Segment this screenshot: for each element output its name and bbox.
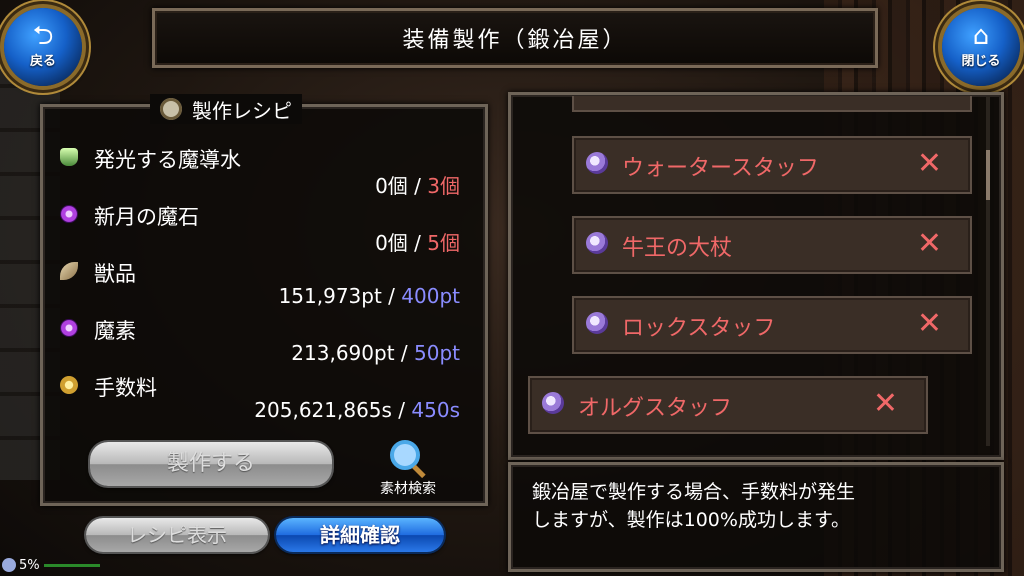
home-icon: ⌂ (972, 21, 990, 51)
info-text: 鍛冶屋で製作する場合、手数料が発生 しますが、製作は100%成功します。 (532, 478, 982, 534)
list-scrollbar[interactable] (986, 96, 990, 446)
list-item[interactable]: 牛王の大杖 ✕ (572, 216, 972, 274)
purple-orb-icon (60, 205, 78, 223)
list-item-selected[interactable]: オルグスタッフ ✕ (528, 376, 928, 434)
battery-percent: 5% (19, 557, 40, 573)
material-quantity: 205,621,865s / 450s (254, 398, 460, 422)
close-button[interactable]: ⌂ 閉じる (942, 8, 1020, 86)
list-item[interactable]: ウォータースタッフ ✕ (572, 136, 972, 194)
material-name: 手数料 (94, 376, 157, 400)
battery-icon (2, 558, 16, 572)
material-row: 手数料 205,621,865s / 450s (60, 372, 460, 428)
claw-icon (60, 262, 78, 280)
material-search-button[interactable]: 素材検索 (368, 438, 448, 498)
material-name: 発光する魔導水 (94, 148, 241, 172)
title-bar: 装備製作（鍛冶屋） (152, 8, 878, 68)
info-text-line: しますが、製作は100%成功します。 (532, 509, 851, 531)
material-quantity: 0個 / 5個 (375, 231, 460, 255)
material-name: 魔素 (94, 319, 136, 343)
scroll-icon (160, 98, 182, 120)
recipe-heading: 製作レシピ (150, 94, 302, 124)
material-row: 魔素 213,690pt / 50pt (60, 315, 460, 371)
battery-bar (43, 563, 100, 567)
unavailable-mark-icon: ✕ (916, 306, 942, 341)
potion-flask-icon (60, 148, 78, 166)
staff-icon (586, 312, 608, 334)
material-search-label: 素材検索 (380, 481, 436, 497)
material-quantity: 0個 / 3個 (375, 174, 460, 198)
recipe-heading-label: 製作レシピ (192, 98, 292, 123)
return-arrow-icon: ⮌ (32, 21, 54, 51)
unavailable-mark-icon: ✕ (916, 226, 942, 261)
info-text-line: 鍛冶屋で製作する場合、手数料が発生 (532, 481, 856, 503)
unavailable-mark-icon: ✕ (872, 386, 898, 421)
item-name: ウォータースタッフ (622, 156, 819, 181)
list-scrollbar-thumb[interactable] (986, 150, 990, 200)
material-name: 獣品 (94, 262, 136, 286)
detail-confirm-button[interactable]: 詳細確認 (276, 518, 444, 552)
coins-icon (60, 376, 78, 394)
list-item-partial (572, 96, 972, 112)
material-row: 獣品 151,973pt / 400pt (60, 258, 460, 314)
staff-icon (542, 392, 564, 414)
close-button-label: 閉じる (961, 54, 1001, 69)
item-name: ロックスタッフ (622, 316, 776, 341)
material-name: 新月の魔石 (94, 205, 199, 229)
item-name: 牛王の大杖 (622, 236, 733, 261)
material-quantity: 151,973pt / 400pt (278, 284, 460, 308)
staff-icon (586, 232, 608, 254)
back-button-label: 戻る (29, 54, 56, 69)
material-row: 発光する魔導水 0個 / 3個 (60, 144, 460, 200)
page-title: 装備製作（鍛冶屋） (402, 28, 628, 53)
purple-orb-icon (60, 319, 78, 337)
recipe-view-button[interactable]: レシピ表示 (86, 518, 268, 552)
material-row: 新月の魔石 0個 / 5個 (60, 201, 460, 257)
unavailable-mark-icon: ✕ (916, 146, 942, 181)
item-name: オルグスタッフ (578, 396, 733, 421)
back-button[interactable]: ⮌ 戻る (4, 8, 82, 86)
list-item[interactable]: ロックスタッフ ✕ (572, 296, 972, 354)
staff-icon (586, 152, 608, 174)
status-indicator: 5% (2, 556, 100, 574)
craft-button[interactable]: 製作する (90, 442, 332, 486)
material-quantity: 213,690pt / 50pt (291, 341, 460, 365)
